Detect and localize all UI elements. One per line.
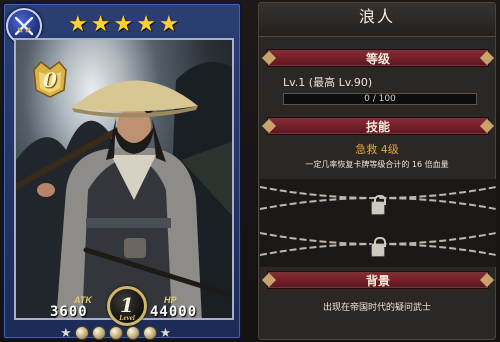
skill-name: 急救 4级 bbox=[355, 143, 399, 156]
awakening-gem bbox=[91, 326, 106, 340]
rarity-star: ★ bbox=[136, 12, 156, 37]
card-detail-screen: ★ ★ ★ ★ ★ 0 ATK 3600 HP 44000 1 Level ★ … bbox=[0, 0, 500, 342]
atk-value: 3600 bbox=[50, 304, 88, 320]
evolution-badge: 0 bbox=[30, 60, 70, 98]
level-orb: 1 Level bbox=[107, 286, 147, 326]
awakening-gems: ★ ★ bbox=[60, 326, 171, 340]
exp-bar: 0 / 100 bbox=[283, 93, 477, 105]
awakening-gem bbox=[142, 326, 157, 340]
level-info: Lv.1 (最高 Lv.90) bbox=[283, 76, 373, 89]
rarity-stars: ★ ★ ★ ★ ★ bbox=[68, 14, 179, 36]
level-caption: Level bbox=[119, 314, 135, 322]
background-description: 出现在帝国时代的疑问武士 bbox=[322, 303, 431, 313]
awakening-gem bbox=[108, 326, 123, 340]
rarity-star: ★ bbox=[90, 12, 111, 37]
rarity-star: ★ bbox=[68, 12, 88, 37]
card-name: 浪人 bbox=[259, 3, 495, 37]
background-section-header: 背景 bbox=[267, 271, 489, 289]
skill-header-label: 技能 bbox=[365, 120, 390, 134]
gem-star-left-icon: ★ bbox=[60, 325, 72, 341]
skill-description: 一定几率恢复卡牌等级合计的 16 倍血量 bbox=[305, 160, 449, 169]
evolution-count: 0 bbox=[43, 68, 57, 92]
rarity-star: ★ bbox=[158, 12, 179, 37]
level-section-header: 等级 bbox=[267, 49, 489, 67]
awakening-gem bbox=[125, 326, 140, 340]
awakening-gem bbox=[74, 326, 89, 340]
lock-icon bbox=[371, 237, 386, 257]
lock-icon bbox=[371, 195, 386, 215]
card-info-panel: 浪人 等级 Lv.1 (最高 Lv.90) 0 / 100 技能 急救 4级 一… bbox=[258, 2, 496, 340]
background-header-label: 背景 bbox=[365, 274, 390, 288]
hp-value: 44000 bbox=[150, 304, 198, 320]
rarity-star: ★ bbox=[113, 12, 134, 37]
exp-text: 0 / 100 bbox=[364, 94, 396, 104]
level-header-label: 等级 bbox=[365, 52, 390, 66]
locked-skill-slots bbox=[260, 179, 496, 267]
skill-section-header: 技能 bbox=[267, 117, 489, 135]
gem-star-right-icon: ★ bbox=[159, 325, 172, 341]
character-card[interactable]: ★ ★ ★ ★ ★ 0 ATK 3600 HP 44000 1 Level ★ … bbox=[2, 2, 242, 340]
